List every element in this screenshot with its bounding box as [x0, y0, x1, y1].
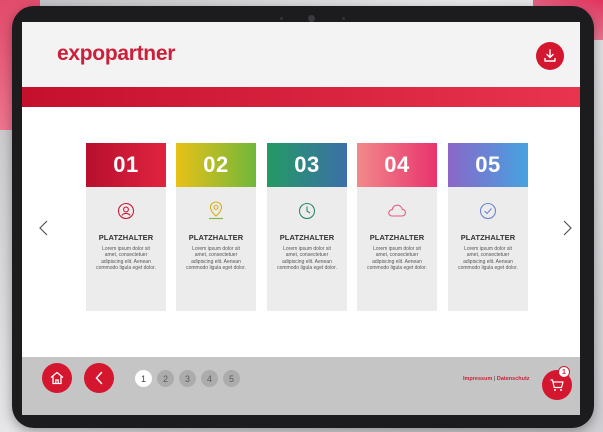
- page-button-2[interactable]: 2: [157, 370, 174, 387]
- impressum-link[interactable]: Impressum: [463, 376, 492, 382]
- card-description: Lorem ipsum dolor sit amet, consectetuer…: [277, 246, 337, 272]
- legal-links: Impressum | Datenschutz: [463, 376, 530, 382]
- home-button[interactable]: [42, 363, 72, 393]
- info-card[interactable]: 02 PLATZHALTER Lorem ipsum dolor sit ame…: [176, 143, 256, 311]
- carousel-next-button[interactable]: [560, 217, 574, 239]
- download-button[interactable]: [536, 42, 564, 70]
- card-description: Lorem ipsum dolor sit amet, consectetuer…: [458, 246, 518, 272]
- back-button[interactable]: [84, 363, 114, 393]
- card-title: PLATZHALTER: [98, 233, 154, 242]
- cart-count-badge: 1: [558, 366, 570, 378]
- card-title: PLATZHALTER: [369, 233, 425, 242]
- card-title: PLATZHALTER: [279, 233, 335, 242]
- shopping-cart-icon: [550, 379, 564, 391]
- chevron-left-icon: [38, 220, 47, 236]
- profile-icon: [117, 202, 135, 220]
- datenschutz-link[interactable]: Datenschutz: [497, 376, 530, 382]
- info-card[interactable]: 05 PLATZHALTER Lorem ipsum dolor sit ame…: [448, 143, 528, 311]
- card-description: Lorem ipsum dolor sit amet, consectetuer…: [96, 246, 156, 272]
- card-number: 03: [267, 143, 347, 187]
- chevron-right-icon: [563, 220, 572, 236]
- info-card[interactable]: 04 PLATZHALTER Lorem ipsum dolor sit ame…: [357, 143, 437, 311]
- sensor: [280, 17, 283, 20]
- page-button-4[interactable]: 4: [201, 370, 218, 387]
- card-description: Lorem ipsum dolor sit amet, consectetuer…: [367, 246, 427, 272]
- link-separator: |: [493, 376, 496, 382]
- card-number: 01: [86, 143, 166, 187]
- chevron-left-icon: [95, 371, 103, 385]
- location-pin-icon: [209, 201, 223, 220]
- check-circle-icon: [479, 202, 497, 220]
- camera: [308, 15, 315, 22]
- card-description: Lorem ipsum dolor sit amet, consectetuer…: [186, 246, 246, 272]
- header: expopartner: [22, 22, 580, 87]
- home-icon: [50, 371, 64, 385]
- card-number: 05: [448, 143, 528, 187]
- card-number: 02: [176, 143, 256, 187]
- card-number: 04: [357, 143, 437, 187]
- brand-logo[interactable]: expopartner: [57, 42, 175, 66]
- info-card[interactable]: 03 PLATZHALTER Lorem ipsum dolor sit ame…: [267, 143, 347, 311]
- screen: expopartner 01 PLATZHALTER Lorem ipsum d…: [22, 22, 580, 415]
- page-button-5[interactable]: 5: [223, 370, 240, 387]
- card-title: PLATZHALTER: [460, 233, 516, 242]
- carousel-prev-button[interactable]: [36, 217, 50, 239]
- cloud-icon: [388, 204, 407, 217]
- card-title: PLATZHALTER: [188, 233, 244, 242]
- info-card[interactable]: 01 PLATZHALTER Lorem ipsum dolor sit ame…: [86, 143, 166, 311]
- download-icon: [544, 49, 556, 62]
- page-button-1[interactable]: 1: [135, 370, 152, 387]
- accent-band: [22, 87, 580, 107]
- sensor: [342, 17, 345, 20]
- page-button-3[interactable]: 3: [179, 370, 196, 387]
- clock-icon: [298, 202, 316, 220]
